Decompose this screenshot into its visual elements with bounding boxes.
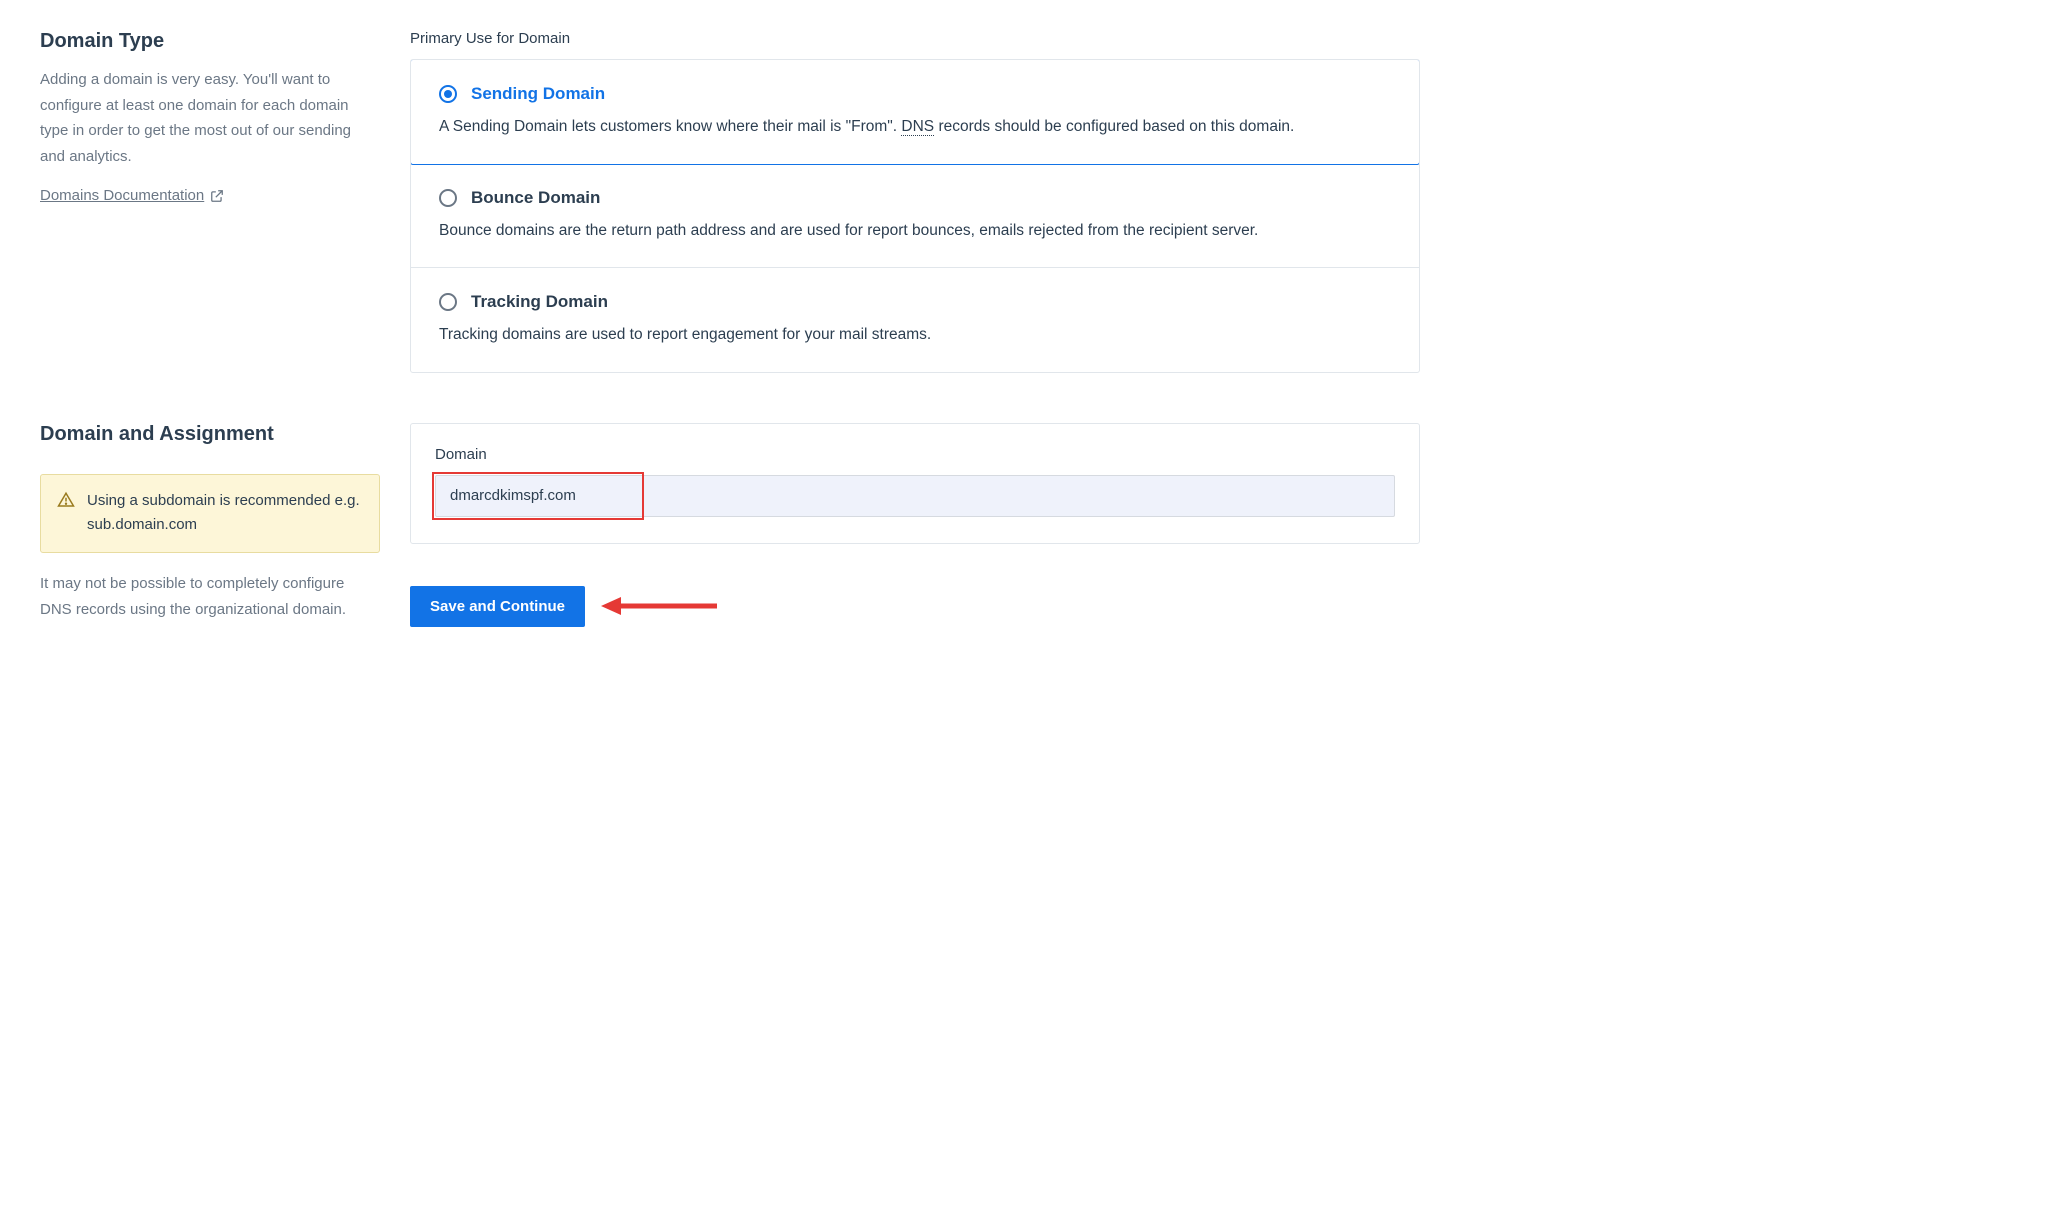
primary-use-label: Primary Use for Domain	[410, 30, 1420, 47]
assignment-note: It may not be possible to completely con…	[40, 571, 380, 622]
radio-title: Sending Domain	[471, 84, 605, 104]
warning-icon	[57, 491, 75, 509]
radio-description: A Sending Domain lets customers know whe…	[439, 114, 1391, 140]
external-link-icon	[210, 189, 224, 203]
domain-panel: Domain	[410, 423, 1420, 544]
radio-bounce-domain[interactable]: Bounce Domain Bounce domains are the ret…	[411, 164, 1419, 269]
radio-title: Bounce Domain	[471, 188, 600, 208]
save-and-continue-button[interactable]: Save and Continue	[410, 586, 585, 627]
warning-text: Using a subdomain is recommended e.g. su…	[87, 489, 363, 539]
radio-sending-domain[interactable]: Sending Domain A Sending Domain lets cus…	[410, 59, 1420, 165]
dns-abbr: DNS	[901, 118, 934, 136]
domain-input[interactable]	[435, 475, 1395, 517]
domains-documentation-link[interactable]: Domains Documentation	[40, 187, 224, 204]
radio-icon	[439, 85, 457, 103]
primary-use-radio-group: Sending Domain A Sending Domain lets cus…	[410, 59, 1420, 373]
domain-field-label: Domain	[435, 446, 1395, 463]
radio-description: Bounce domains are the return path addre…	[439, 218, 1391, 244]
annotation-arrow-icon	[599, 593, 719, 619]
domain-assignment-heading: Domain and Assignment	[40, 423, 380, 446]
radio-description: Tracking domains are used to report enga…	[439, 322, 1391, 348]
radio-icon	[439, 189, 457, 207]
domain-type-help: Adding a domain is very easy. You'll wan…	[40, 67, 380, 169]
radio-tracking-domain[interactable]: Tracking Domain Tracking domains are use…	[411, 268, 1419, 372]
subdomain-warning: Using a subdomain is recommended e.g. su…	[40, 474, 380, 554]
radio-title: Tracking Domain	[471, 292, 608, 312]
radio-icon	[439, 293, 457, 311]
domain-type-heading: Domain Type	[40, 30, 380, 53]
doc-link-label: Domains Documentation	[40, 187, 204, 204]
